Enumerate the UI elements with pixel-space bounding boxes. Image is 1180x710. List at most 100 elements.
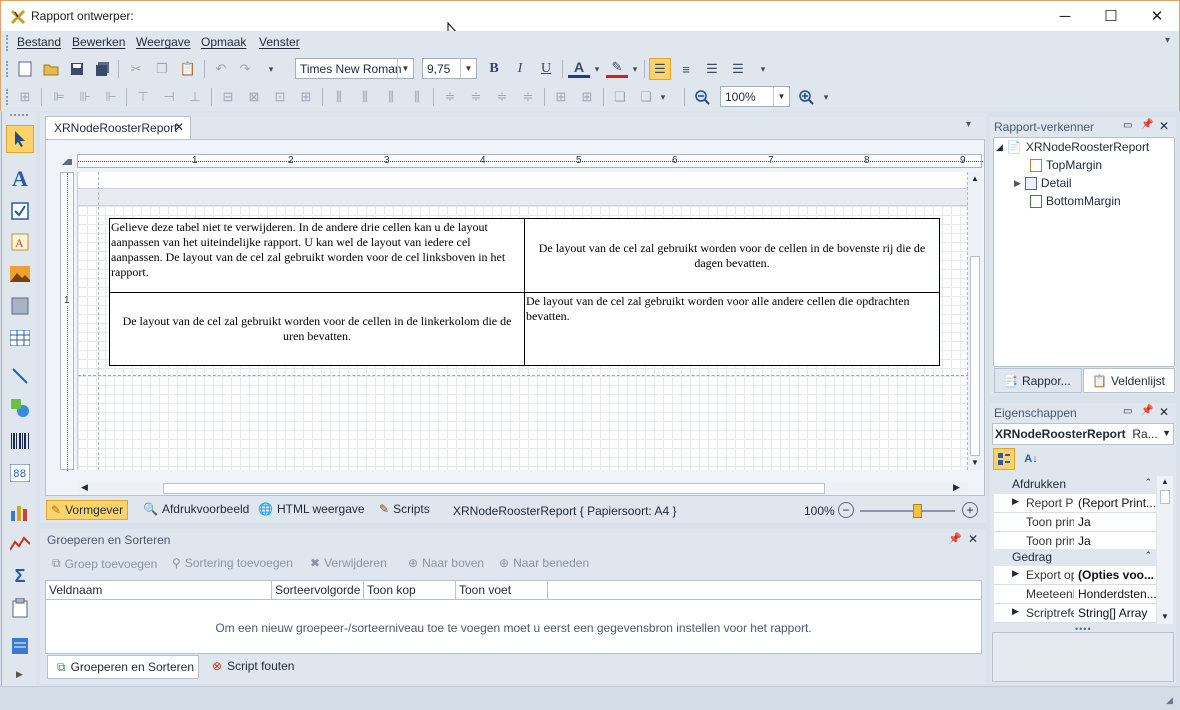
vertical-scrollbar[interactable]: ▲ ▼ [968,172,982,470]
tab-script-fouten[interactable]: ⊗ Script fouten [212,659,294,673]
table-tool-icon[interactable] [6,324,34,352]
same-height-icon[interactable]: ⊡ [269,86,291,108]
zoom-minus-icon[interactable]: − [838,502,854,518]
zoom-slider-thumb[interactable] [913,504,922,518]
tab-html-weergave[interactable]: 🌐 HTML weergave [258,502,365,516]
menu-venster[interactable]: Venster [259,35,300,49]
tab-rapport-verkenner[interactable]: 📑 Rappor... [994,368,1082,393]
scroll-left-icon[interactable]: ◀ [81,482,88,493]
add-sort-button[interactable]: ⚲ Sortering toevoegen [172,556,293,570]
redo-icon[interactable]: ↷ [234,58,256,80]
close-panel-icon[interactable]: ✕ [968,532,978,546]
property-category[interactable]: Afdrukken ⌃ [994,476,1156,494]
font-color-icon[interactable]: A [568,58,590,78]
scroll-thumb[interactable] [1160,490,1170,504]
pin-icon[interactable]: 📌 [1141,119,1153,130]
label-tool-icon[interactable]: A [6,165,34,193]
maximize-button[interactable]: ☐ [1088,1,1134,31]
pin-icon[interactable]: 📌 [948,532,962,545]
panel-tool-icon[interactable] [6,292,34,320]
new-file-icon[interactable] [14,58,36,80]
tree-item-detail[interactable]: ▶ Detail [1014,176,1072,190]
table-cell-bottom-right[interactable]: De layout van de cel zal gebruikt worden… [524,292,940,366]
undo-icon[interactable]: ↶ [210,58,232,80]
shape-tool-icon[interactable] [6,394,34,422]
pagebreak-tool-icon[interactable] [6,632,34,660]
column-header[interactable]: Veldnaam [46,581,272,600]
properties-scrollbar[interactable]: ▲ ▼ [1157,476,1173,624]
h-spacing-remove-icon[interactable]: ⫼ [406,86,428,108]
scroll-up-icon[interactable]: ▲ [1161,477,1169,486]
property-value[interactable]: Ja [1078,515,1156,529]
align-left-icon[interactable]: ☰ [649,58,671,80]
float-icon[interactable]: ▭ [1123,120,1132,131]
property-value[interactable]: Ja [1078,534,1156,548]
sort-az-icon[interactable]: A↓ [1020,448,1042,470]
top-margin-band[interactable] [78,172,969,188]
property-value[interactable]: (Opties voo... [1078,568,1156,582]
save-icon[interactable] [66,58,88,80]
zoom-dropdown-icon[interactable]: ▾ [819,86,833,108]
align-center-icon[interactable]: ≡ [675,58,697,80]
menu-bestand[interactable]: Bestand [17,35,61,49]
h-spacing-decrease-icon[interactable]: ⫼ [380,86,402,108]
line-tool-icon[interactable] [6,362,34,390]
expand-icon[interactable]: ▶ [1012,606,1019,617]
pointer-tool-icon[interactable] [6,125,34,153]
barcode-tool-icon[interactable] [6,427,34,455]
property-row[interactable]: ▶ Report Pr (Report Print... [994,494,1156,513]
italic-button[interactable]: I [509,58,531,80]
property-value[interactable]: Honderdsten... [1078,587,1156,601]
align-to-grid-icon[interactable]: ⊞ [14,86,36,108]
chart-tool-icon[interactable] [6,498,34,526]
expand-icon[interactable]: ◢ [996,142,1003,153]
scroll-down-icon[interactable]: ▼ [971,458,979,467]
zoom-out-icon[interactable] [691,86,713,108]
menu-overflow-icon[interactable]: ▾ [1165,35,1170,46]
align-middles-icon[interactable]: ⊣ [158,86,180,108]
close-button[interactable]: ✕ [1134,1,1180,31]
same-width-icon[interactable]: ⊟ [217,86,239,108]
doc-tab[interactable]: XRNodeRoosterReport ✕ [45,116,191,139]
checkbox-tool-icon[interactable] [6,197,34,225]
property-row[interactable]: ▶ Export op (Opties voo... [994,566,1156,585]
v-spacing-equal-icon[interactable]: ≑ [439,86,461,108]
undo-dropdown-icon[interactable]: ▾ [260,58,282,80]
expand-icon[interactable]: ▶ [1012,496,1019,507]
richtext-tool-icon[interactable]: A [6,228,34,256]
close-tab-icon[interactable]: ✕ [174,120,184,134]
align-centers-icon[interactable]: ⊪ [74,86,96,108]
menu-opmaak[interactable]: Opmaak [201,35,246,49]
column-header[interactable]: Sorteervolgorde [272,581,364,600]
paste-icon[interactable]: 📋 [177,58,199,80]
expand-icon[interactable]: ▶ [1014,178,1021,189]
align-justify-icon[interactable]: ☰ [727,58,749,80]
align-tops-icon[interactable]: ⊤ [132,86,154,108]
chevron-down-icon[interactable]: ▼ [397,59,413,78]
tree-item-topmargin[interactable]: TopMargin [1030,158,1102,172]
tab-veldenlijst[interactable]: 📋 Veldenlijst [1083,368,1175,393]
tree-root[interactable]: ◢ 📄 XRNodeRoosterReport [996,140,1149,154]
highlight-color-icon[interactable]: ✎ [606,58,628,78]
close-panel-icon[interactable]: ✕ [1159,405,1169,419]
table-cell-top-right[interactable]: De layout van de cel zal gebruikt worden… [524,218,940,293]
menu-weergave[interactable]: Weergave [136,35,190,49]
tab-afdrukvoorbeeld[interactable]: 🔍 Afdrukvoorbeeld [143,502,249,516]
same-size-icon[interactable]: ⊞ [295,86,317,108]
minimize-button[interactable]: ─ [1042,1,1088,31]
column-header[interactable]: Toon kop [364,581,456,600]
pin-icon[interactable]: 📌 [1141,405,1153,416]
font-size-combo[interactable]: 9,75 ▼ [422,58,477,79]
copy-icon[interactable]: ❐ [151,58,173,80]
property-row[interactable]: Toon prin Ja [994,513,1156,532]
bring-to-front-icon[interactable]: ❏ [609,86,631,108]
band-header[interactable] [78,188,969,206]
v-spacing-increase-icon[interactable]: ≑ [465,86,487,108]
align-bottoms-icon[interactable]: ⊥ [184,86,206,108]
collapse-icon[interactable]: ⌃ [1144,477,1152,488]
align-right-icon[interactable]: ☰ [701,58,723,80]
tree-item-bottommargin[interactable]: BottomMargin [1030,194,1121,208]
font-color-dropdown-icon[interactable]: ▾ [590,58,604,80]
move-down-button[interactable]: ⊕ Naar beneden [499,556,589,570]
property-row[interactable]: Meeteenh Honderdsten... [994,585,1156,604]
